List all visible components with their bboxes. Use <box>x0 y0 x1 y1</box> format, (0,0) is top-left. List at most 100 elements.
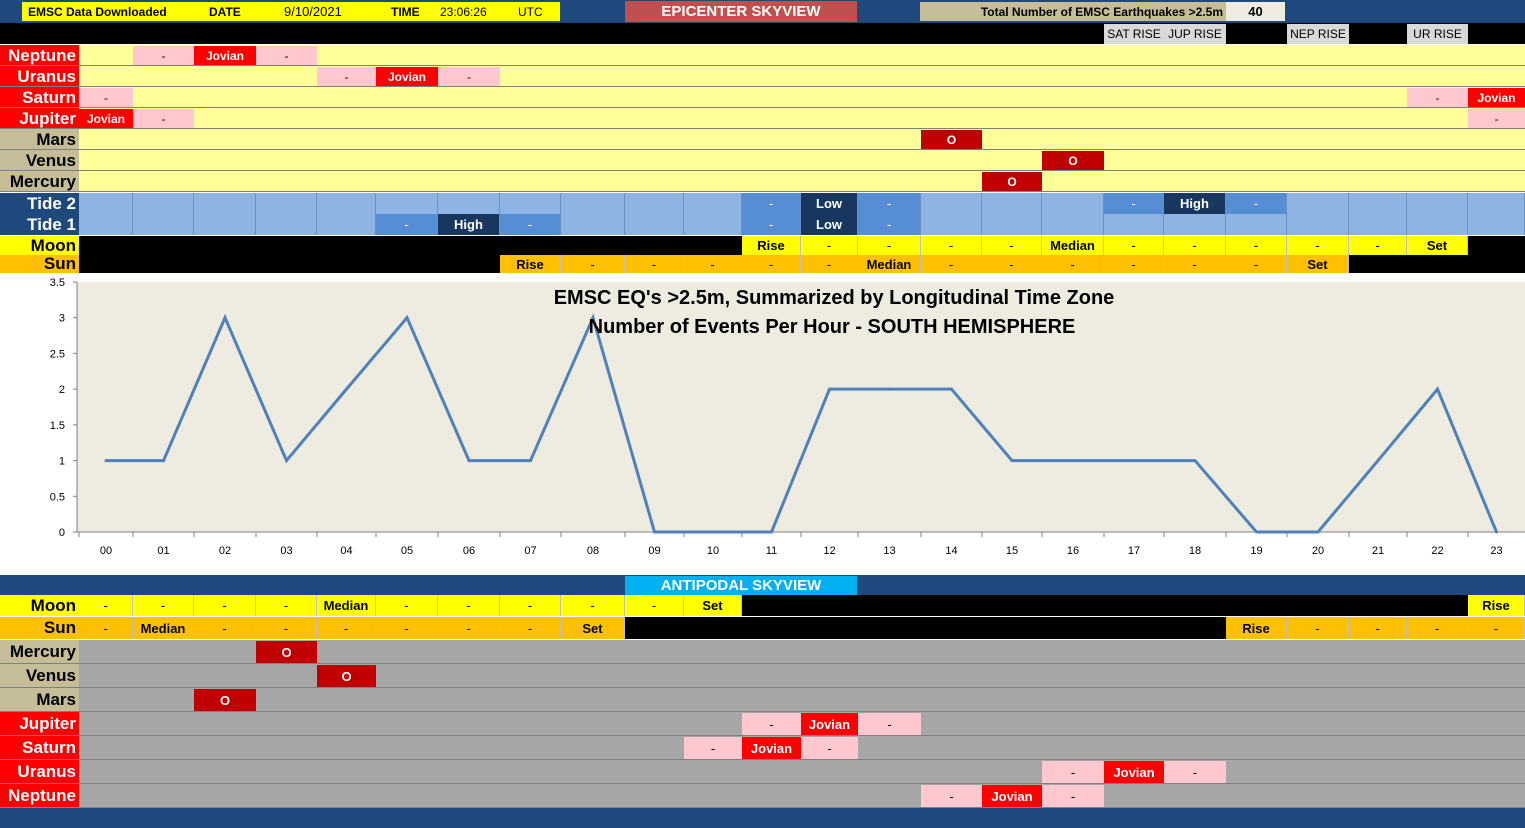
body-cell: Median <box>133 617 194 639</box>
x-tick-label: 04 <box>340 545 352 557</box>
body-cell: Rise <box>1226 617 1287 639</box>
data-point <box>1193 459 1197 463</box>
tide-cell <box>1226 214 1287 235</box>
tide-cell <box>317 214 376 235</box>
body-cell: Median <box>1042 236 1104 255</box>
epicenter-moon-label: Moon <box>0 236 79 255</box>
y-tick-label: 1 <box>59 456 65 468</box>
body-cell: - <box>194 617 256 639</box>
body-cell: - <box>1349 236 1407 255</box>
tide-cell: - <box>1226 193 1287 214</box>
tide-cell <box>1287 214 1349 235</box>
epicenter-row-label-uranus: Uranus <box>0 66 79 87</box>
tide-cell: - <box>500 214 561 235</box>
body-cell: Rise <box>742 236 801 255</box>
antipodal-row-label-uranus: Uranus <box>0 760 79 784</box>
tide-cell: High <box>1164 193 1226 214</box>
tide-cell: - <box>376 214 438 235</box>
x-tick-label: 07 <box>524 545 536 557</box>
data-point <box>1010 459 1014 463</box>
antipodal-cell: - <box>684 737 742 759</box>
epicenter-row-mercury <box>79 171 1525 192</box>
x-tick-label: 21 <box>1372 545 1384 557</box>
tide-cell <box>317 193 376 214</box>
body-cell: - <box>194 595 256 616</box>
epicenter-cell: O <box>982 172 1042 191</box>
body-cell: - <box>376 595 438 616</box>
body-cell: - <box>1226 255 1287 273</box>
antipodal-row-neptune <box>79 784 1525 808</box>
body-cell: - <box>133 595 194 616</box>
tide-cell <box>625 193 684 214</box>
x-tick-label: 12 <box>823 545 835 557</box>
epicenter-cell: - <box>1468 109 1525 128</box>
epicenter-cell: O <box>921 130 982 149</box>
antipodal-row-venus <box>79 664 1525 688</box>
body-cell: - <box>1104 236 1164 255</box>
antipodal-cell: Jovian <box>742 737 801 759</box>
data-point <box>1255 530 1258 534</box>
data-point <box>345 387 348 391</box>
antipodal-row-label-mercury: Mercury <box>0 640 79 664</box>
antipodal-sun-label: Sun <box>0 617 79 639</box>
epicenter-row-uranus <box>79 66 1525 87</box>
body-cell: - <box>500 595 561 616</box>
tide-cell <box>79 214 133 235</box>
body-cell: - <box>801 236 858 255</box>
tide-cell <box>625 214 684 235</box>
antipodal-row-label-venus: Venus <box>0 664 79 688</box>
data-point <box>162 459 165 463</box>
x-tick-label: 08 <box>587 545 599 557</box>
tide-cell <box>1468 214 1525 235</box>
body-cell: Set <box>561 617 625 639</box>
ur-rise-label: UR RISE <box>1407 24 1468 44</box>
tide-cell: High <box>438 214 500 235</box>
body-cell: - <box>1226 236 1287 255</box>
body-cell: Median <box>317 595 376 616</box>
tide-cell <box>921 193 982 214</box>
antipodal-cell: - <box>1042 761 1104 783</box>
date-label: DATE <box>209 4 241 19</box>
body-cell: - <box>1407 617 1468 639</box>
x-tick-label: 14 <box>945 545 957 557</box>
data-point <box>104 459 108 463</box>
body-cell: - <box>317 617 376 639</box>
data-point <box>529 459 532 463</box>
x-tick-label: 06 <box>463 545 475 557</box>
x-tick-label: 03 <box>280 545 292 557</box>
body-cell: Set <box>684 595 742 616</box>
tide-cell <box>1104 214 1164 235</box>
y-tick-label: 2.5 <box>50 348 65 360</box>
antipodal-row-label-neptune: Neptune <box>0 784 79 808</box>
x-tick-label: 10 <box>707 545 719 557</box>
x-tick-label: 18 <box>1189 545 1201 557</box>
epicenter-row-jupiter <box>79 108 1525 129</box>
tide-cell <box>921 214 982 235</box>
body-cell: - <box>1287 617 1349 639</box>
tide-cell <box>256 193 317 214</box>
data-point <box>1071 459 1075 463</box>
body-cell: Set <box>1407 236 1468 255</box>
date-value: 9/10/2021 <box>284 4 342 19</box>
antipodal-row-uranus <box>79 760 1525 784</box>
epicenter-row-label-neptune: Neptune <box>0 45 79 66</box>
tide-cell: - <box>1104 193 1164 214</box>
jup-rise-label: JUP RISE <box>1164 24 1226 44</box>
tide-cell <box>561 214 625 235</box>
body-cell: - <box>256 595 317 616</box>
epicenter-cell: Jovian <box>376 67 438 86</box>
total-label: Total Number of EMSC Earthquakes >2.5m <box>980 4 1223 19</box>
x-tick-label: 16 <box>1067 545 1079 557</box>
epicenter-cell: - <box>317 67 376 86</box>
data-point <box>1436 387 1439 391</box>
footer-bar <box>0 808 1525 828</box>
y-tick-label: 0 <box>59 527 65 539</box>
total-value: 40 <box>1226 2 1285 21</box>
epicenter-cell: - <box>438 67 500 86</box>
data-point <box>950 387 953 391</box>
tz-label: UTC <box>518 4 543 19</box>
x-tick-label: 11 <box>766 545 777 557</box>
x-tick-label: 23 <box>1490 545 1502 557</box>
tide-cell <box>1287 193 1349 214</box>
body-cell: - <box>79 617 133 639</box>
